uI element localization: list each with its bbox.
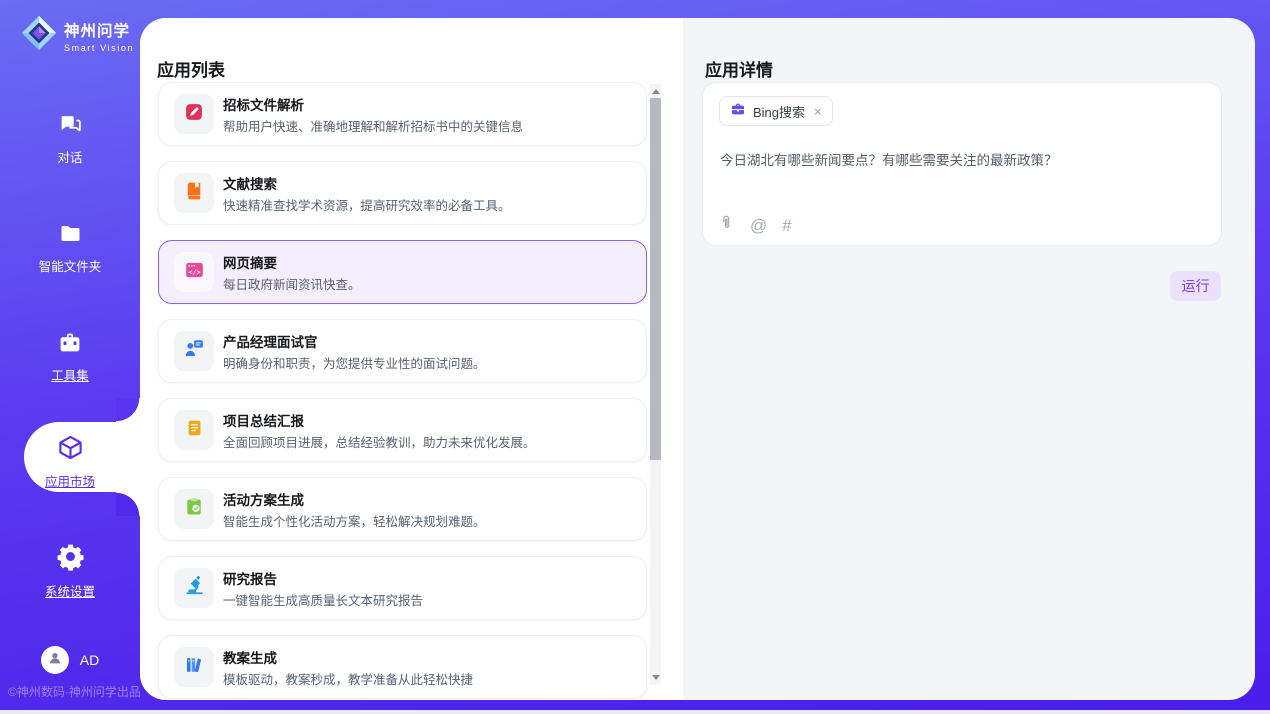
app-card-name: 教案生成 (223, 647, 277, 667)
list-scrollbar[interactable] (650, 84, 661, 685)
app-card-desc: 快速精准查找学术资源，提高研究效率的必备工具。 (223, 195, 511, 214)
app-icon-tile (174, 410, 214, 450)
app-card-name: 活动方案生成 (223, 489, 304, 509)
app-detail-title: 应用详情 (705, 56, 773, 81)
bubble-notch-top (116, 398, 140, 422)
paperclip-icon[interactable] (718, 213, 735, 237)
app-icon-tile (174, 568, 214, 608)
app-card-name: 招标文件解析 (223, 94, 304, 114)
hash-icon[interactable]: # (782, 216, 791, 235)
sidebar-item-2[interactable]: 智能文件夹 (0, 222, 140, 275)
scrollbar-thumb[interactable] (650, 98, 661, 460)
app-card-desc: 全面回顾项目进展，总结经验教训，助力未来优化发展。 (223, 432, 536, 451)
sidebar-item-4[interactable]: 应用市场 (0, 434, 140, 490)
gem-diamond-icon (20, 14, 58, 57)
user-initials: AD (80, 652, 99, 668)
main-content: 应用列表 招标文件解析帮助用户快速、准确地理解和解析招标书中的关键信息文献搜索快… (140, 18, 1255, 700)
app-card[interactable]: 产品经理面试官明确身份和职责，为您提供专业性的面试问题。 (158, 319, 647, 383)
app-card[interactable]: </> 网页摘要每日政府新闻资讯快查。 (158, 240, 647, 304)
app-card-name: 研究报告 (223, 568, 277, 588)
app-card[interactable]: 研究报告一键智能生成高质量长文本研究报告 (158, 556, 647, 620)
gear-icon (56, 542, 85, 569)
prompt-card: Bing搜索 × 今日湖北有哪些新闻要点？有哪些需要关注的最新政策？ @ # (702, 82, 1222, 246)
scroll-down-icon[interactable] (652, 675, 660, 680)
app-card-name: 网页摘要 (223, 252, 277, 272)
brand-name: 神州问学 (64, 19, 134, 41)
app-card-desc: 帮助用户快速、准确地理解和解析招标书中的关键信息 (223, 116, 523, 135)
app-card-name: 文献搜索 (223, 173, 277, 193)
interview-presenter-icon (184, 338, 205, 364)
scroll-up-icon[interactable] (652, 89, 660, 94)
browser-code-icon: </> (184, 260, 205, 285)
app-icon-tile (174, 94, 214, 134)
app-card[interactable]: 项目总结汇报全面回顾项目进展，总结经验教训，助力未来优化发展。 (158, 398, 647, 462)
app-card[interactable]: 招标文件解析帮助用户快速、准确地理解和解析招标书中的关键信息 (158, 82, 647, 146)
app-card-desc: 模板驱动，教案秒成，教学准备从此轻松快捷 (223, 669, 473, 688)
svg-text:</>: </> (188, 268, 200, 276)
toolbox-icon (56, 330, 84, 357)
microscope-icon (184, 575, 205, 601)
sidebar-item-label: 工具集 (0, 365, 140, 384)
sidebar-item-label: 对话 (0, 147, 140, 166)
tool-tag-label: Bing搜索 (753, 102, 805, 121)
app-card[interactable]: 文献搜索快速精准查找学术资源，提高研究效率的必备工具。 (158, 161, 647, 225)
app-card[interactable]: 教案生成模板驱动，教案秒成，教学准备从此轻松快捷 (158, 635, 647, 699)
folder-icon (57, 222, 84, 249)
brand-subtitle: Smart Vision (64, 43, 134, 53)
app-card-name: 项目总结汇报 (223, 410, 304, 430)
close-icon[interactable]: × (814, 104, 822, 119)
app-icon-tile (174, 647, 214, 687)
clipboard-check-icon (184, 496, 204, 522)
edit-document-icon (184, 102, 204, 127)
at-sign-icon[interactable]: @ (750, 216, 767, 235)
book-icon (184, 181, 204, 206)
prompt-text[interactable]: 今日湖北有哪些新闻要点？有哪些需要关注的最新政策？ (720, 149, 1200, 169)
note-document-icon (185, 418, 204, 443)
person-icon (47, 650, 63, 671)
brand-logo: 神州问学 Smart Vision (20, 14, 134, 57)
bubble-notch-bottom (116, 492, 140, 516)
books-icon (184, 655, 204, 680)
app-card[interactable]: 活动方案生成智能生成个性化活动方案，轻松解决规划难题。 (158, 477, 647, 541)
app-icon-tile (174, 331, 214, 371)
app-list-title: 应用列表 (157, 56, 225, 81)
sidebar-item-label: 应用市场 (0, 471, 140, 490)
app-list-panel: 应用列表 招标文件解析帮助用户快速、准确地理解和解析招标书中的关键信息文献搜索快… (140, 18, 683, 700)
briefcase-icon (730, 101, 746, 122)
sidebar-item-label: 系统设置 (0, 581, 140, 600)
chat-icon (57, 112, 84, 139)
app-card-desc: 智能生成个性化活动方案，轻松解决规划难题。 (223, 511, 486, 530)
user-row[interactable]: AD (0, 646, 140, 674)
app-card-desc: 明确身份和职责，为您提供专业性的面试问题。 (223, 353, 486, 372)
app-card-desc: 每日政府新闻资讯快查。 (223, 274, 361, 293)
sidebar-item-label: 智能文件夹 (0, 256, 140, 275)
sidebar-item-3[interactable]: 工具集 (0, 330, 140, 384)
app-icon-tile (174, 173, 214, 213)
avatar[interactable] (41, 646, 69, 674)
app-icon-tile (174, 489, 214, 529)
sidebar-item-5[interactable]: 系统设置 (0, 542, 140, 600)
sidebar-item-1[interactable]: 对话 (0, 112, 140, 166)
cube-icon (57, 434, 84, 461)
tool-tag-chip[interactable]: Bing搜索 × (719, 96, 833, 126)
run-button[interactable]: 运行 (1170, 271, 1221, 301)
app-card-name: 产品经理面试官 (223, 331, 318, 351)
app-icon-tile: </> (174, 252, 214, 292)
app-card-desc: 一键智能生成高质量长文本研究报告 (223, 590, 423, 609)
copyright-text: ©神州数码·神州问学出品 (8, 683, 141, 700)
